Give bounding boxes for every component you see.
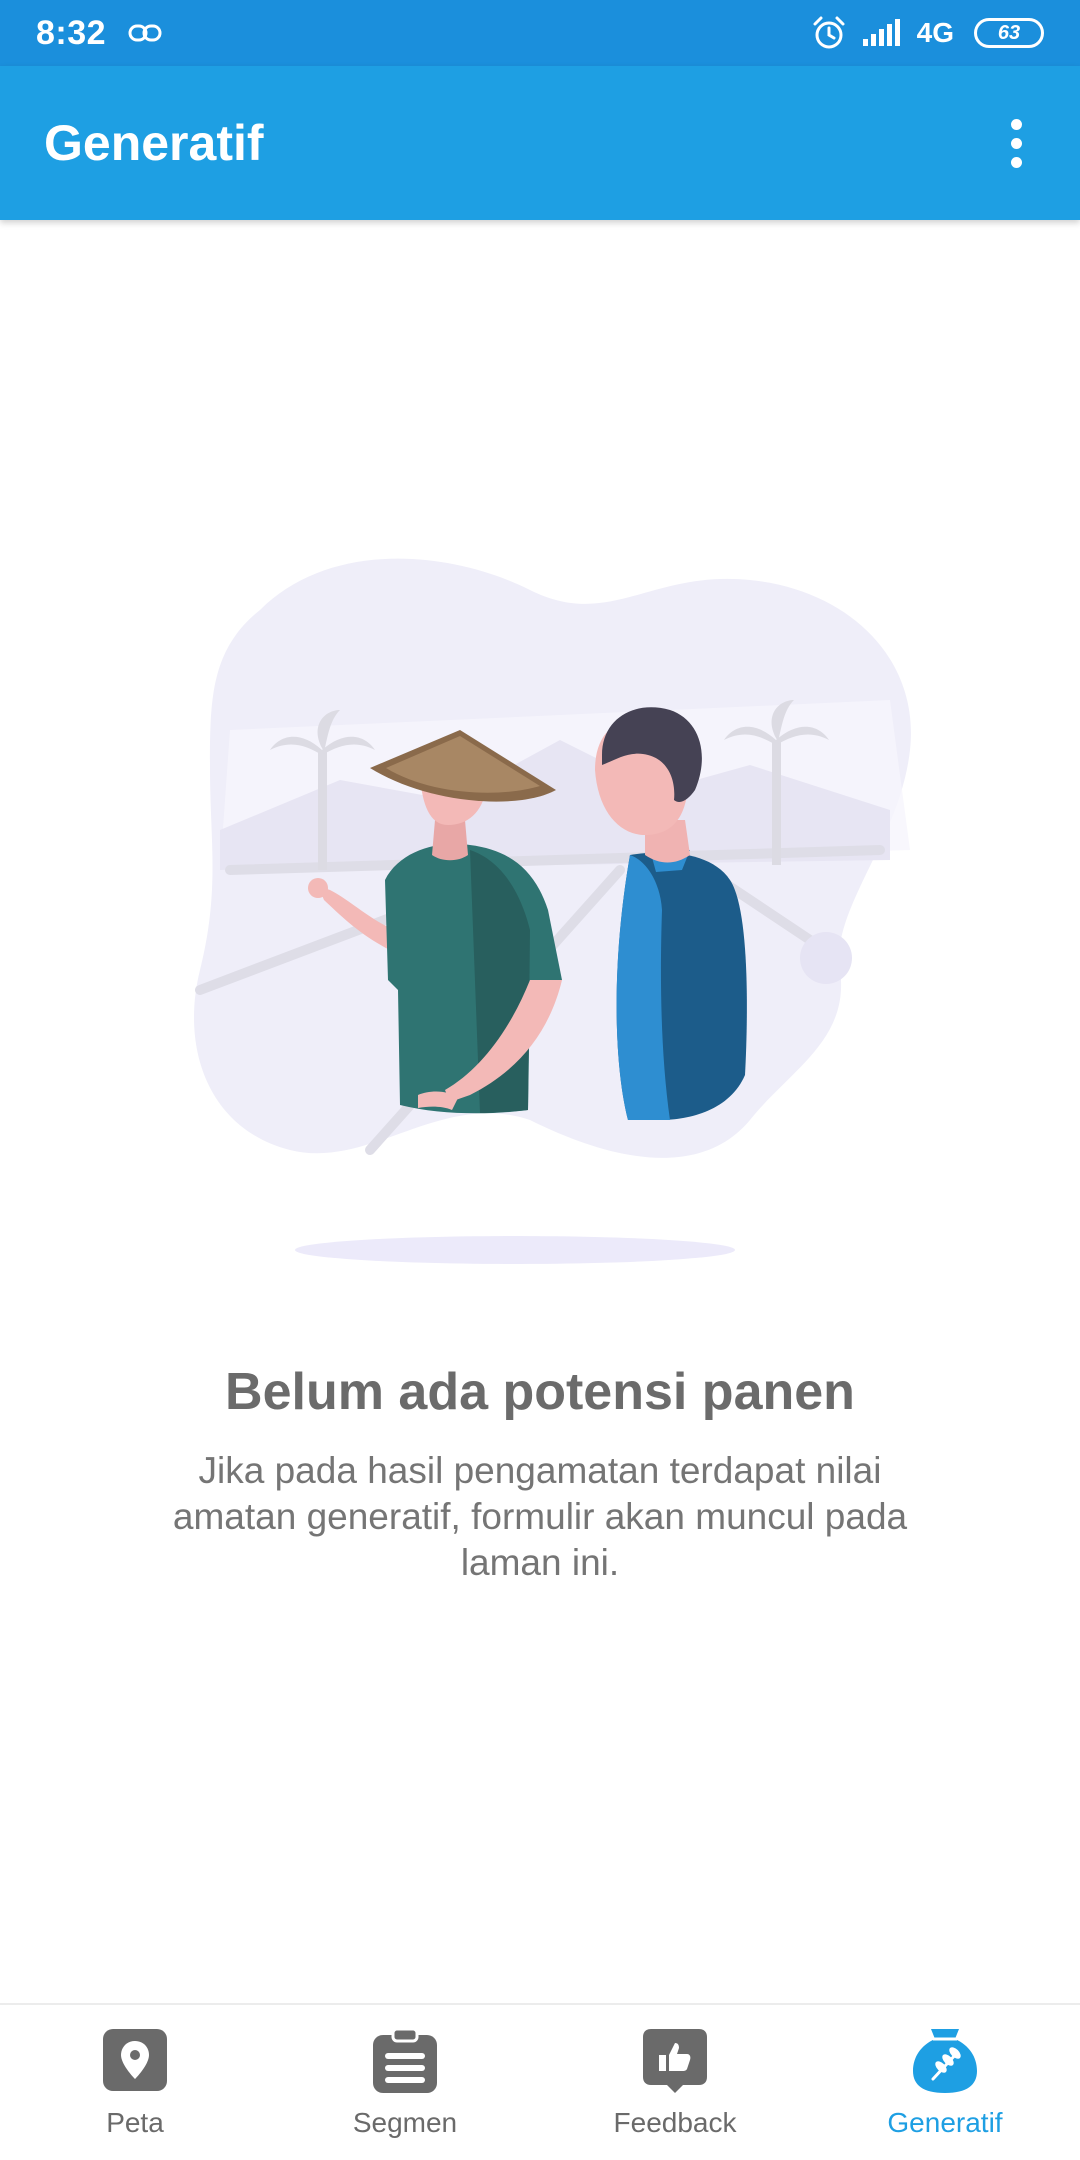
signal-icon <box>862 19 900 46</box>
page-title: Generatif <box>44 115 264 171</box>
nav-item-generatif[interactable]: Generatif <box>810 2005 1080 2160</box>
screen: 8:32 4G 63 Generatif Belum ada potensi p… <box>0 0 1080 2160</box>
grain-sack-icon <box>913 2029 977 2093</box>
status-bar: 8:32 4G 63 <box>0 0 1080 66</box>
bottom-navigation: Peta Segmen Feedback Generatif <box>0 2003 1080 2160</box>
nav-label-segmen: Segmen <box>352 2107 458 2138</box>
overflow-menu-icon[interactable] <box>996 113 1036 173</box>
empty-state-title: Belum ada potensi panen <box>225 1363 855 1421</box>
nav-item-segmen[interactable]: Segmen <box>270 2005 540 2160</box>
nav-label-feedback: Feedback <box>613 2107 737 2138</box>
nav-label-generatif: Generatif <box>887 2107 1003 2138</box>
nav-label-peta: Peta <box>106 2107 164 2138</box>
ground-shadow <box>295 1236 735 1264</box>
alarm-clock-icon <box>813 16 845 49</box>
decorative-circle <box>800 932 852 984</box>
nav-item-feedback[interactable]: Feedback <box>540 2005 810 2160</box>
battery-icon: 63 <box>974 18 1044 48</box>
app-bar: Generatif <box>0 66 1080 220</box>
nav-item-peta[interactable]: Peta <box>0 2005 270 2160</box>
empty-state-illustration <box>194 558 911 1264</box>
link-icon <box>128 24 162 42</box>
clipboard-list-icon <box>373 2027 437 2093</box>
status-time: 8:32 <box>36 13 107 52</box>
thumbs-up-icon <box>643 2029 707 2093</box>
status-indicators: 4G 63 <box>811 15 1044 51</box>
empty-state-description: Jika pada hasil pengamatan terdapat nila… <box>172 1450 908 1583</box>
map-pin-icon <box>103 2029 167 2091</box>
network-type: 4G <box>916 17 954 48</box>
